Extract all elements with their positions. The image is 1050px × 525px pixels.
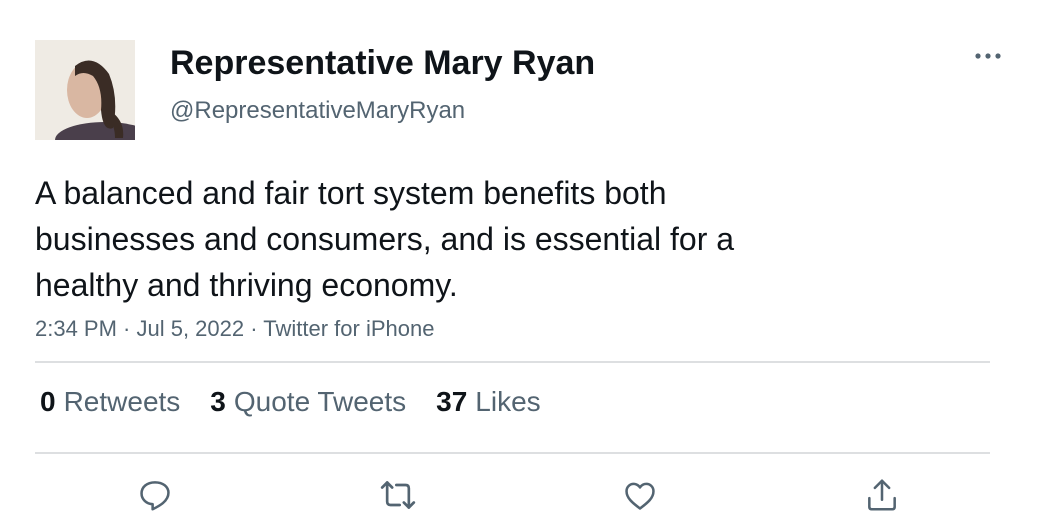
quote-tweets-count: 3 <box>210 386 226 417</box>
quote-tweets-label: Quote Tweets <box>233 386 407 417</box>
retweets-stat[interactable]: 0 Retweets <box>40 386 180 418</box>
retweets-label: Retweets <box>63 386 181 417</box>
like-icon[interactable] <box>620 475 660 515</box>
divider <box>35 361 990 363</box>
quote-tweets-stat[interactable]: 3 Quote Tweets <box>210 386 406 418</box>
likes-stat[interactable]: 37 Likes <box>436 386 541 418</box>
author-name[interactable]: Representative Mary Ryan <box>170 44 595 83</box>
author-handle[interactable]: @RepresentativeMaryRyan <box>170 97 465 125</box>
share-icon[interactable] <box>862 475 902 515</box>
likes-label: Likes <box>475 386 541 417</box>
avatar[interactable] <box>35 40 135 140</box>
retweet-icon[interactable] <box>378 475 418 515</box>
more-icon[interactable] <box>972 44 1004 68</box>
likes-count: 37 <box>436 386 468 417</box>
tweet-text-line: businesses and consumers, and is essenti… <box>35 221 735 257</box>
avatar-photo <box>35 40 135 140</box>
tweet-text-line: healthy and thriving economy. <box>35 267 458 303</box>
tweet-stats: 0 Retweets 3 Quote Tweets 37 Likes <box>40 386 541 418</box>
tweet-meta[interactable]: 2:34 PM · Jul 5, 2022 · Twitter for iPho… <box>35 316 434 342</box>
divider <box>35 452 990 454</box>
retweets-count: 0 <box>40 386 56 417</box>
tweet-text-line: A balanced and fair tort system benefits… <box>35 175 667 211</box>
action-bar <box>0 475 1050 515</box>
reply-icon[interactable] <box>135 475 175 515</box>
tweet-text: A balanced and fair tort system benefits… <box>35 170 855 308</box>
